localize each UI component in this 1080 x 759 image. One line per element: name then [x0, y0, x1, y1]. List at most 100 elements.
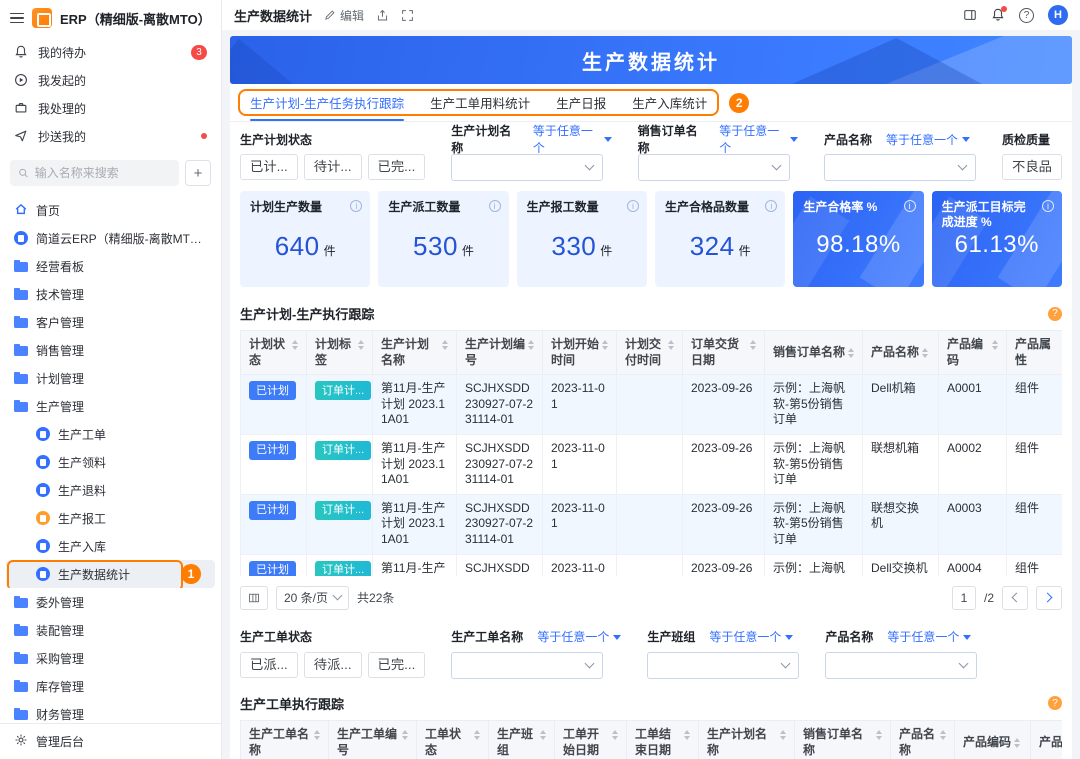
info-icon[interactable] — [350, 200, 362, 212]
status-filter-button[interactable]: 已计... — [240, 154, 298, 180]
status-filter-button[interactable]: 已完... — [368, 652, 426, 678]
tab-workorder-material-stats[interactable]: 生产工单用料统计 — [430, 84, 530, 121]
operator-dropdown[interactable]: 等于任意一个 — [533, 122, 612, 156]
panel-toggle-button[interactable] — [963, 8, 977, 22]
sidebar-item-assembly-mgmt[interactable]: 装配管理 — [6, 616, 215, 644]
production-team-select[interactable] — [647, 652, 799, 679]
column-header[interactable]: 订单交货日期 — [683, 331, 765, 375]
add-app-button[interactable]: + — [185, 160, 211, 186]
column-header[interactable]: 计划状态 — [241, 331, 307, 375]
sidebar-item-inventory-mgmt[interactable]: 库存管理 — [6, 672, 215, 700]
table-row[interactable]: 已计划 订单计... 第11月-生产计划 2023.11A01 SCJHXSDD… — [241, 554, 1063, 576]
sidebar-item-erp-app[interactable]: 简道云ERP（精细版-离散MTO）「... — [6, 224, 215, 252]
column-header[interactable]: 生产计划名称 — [699, 720, 795, 759]
status-filter-button[interactable]: 待计... — [304, 154, 362, 180]
user-avatar[interactable]: H — [1048, 5, 1068, 25]
notifications-button[interactable] — [991, 8, 1005, 22]
quality-filter-button[interactable]: 不良品 — [1002, 154, 1062, 180]
sidebar-item-business-board[interactable]: 经营看板 — [6, 252, 215, 280]
sales-order-select[interactable] — [638, 154, 790, 181]
sidebar-item-label: 计划管理 — [36, 370, 84, 387]
sidebar-item-production-inbound[interactable]: 生产入库 — [6, 532, 215, 560]
fullscreen-button[interactable] — [401, 9, 414, 22]
tab-plan-task-tracking[interactable]: 生产计划-生产任务执行跟踪 — [250, 84, 404, 121]
sidebar-item-production-return[interactable]: 生产退料 — [6, 476, 215, 504]
operator-dropdown[interactable]: 等于任意一个 — [537, 628, 621, 645]
sidebar-item-finance-mgmt[interactable]: 财务管理 — [6, 700, 215, 723]
column-header[interactable]: 工单开始日期 — [555, 720, 627, 759]
sidebar-item-customer-mgmt[interactable]: 客户管理 — [6, 308, 215, 336]
status-filter-button[interactable]: 已派... — [240, 652, 298, 678]
edit-button[interactable]: 编辑 — [324, 7, 364, 24]
sidebar-item-my-initiated[interactable]: 我发起的 — [6, 66, 215, 94]
table-row[interactable]: 已计划 订单计... 第11月-生产计划 2023.11A01 SCJHXSDD… — [241, 375, 1063, 435]
sidebar-item-production-statistics[interactable]: 生产数据统计 1 — [6, 560, 215, 588]
search-box[interactable] — [10, 160, 179, 186]
operator-dropdown[interactable]: 等于任意一个 — [719, 122, 798, 156]
product-name-select[interactable] — [824, 154, 976, 181]
table-row[interactable]: 已计划 订单计... 第11月-生产计划 2023.11A01 SCJHXSDD… — [241, 494, 1063, 554]
status-filter-button[interactable]: 已完... — [368, 154, 426, 180]
column-header[interactable]: 计划标签 — [307, 331, 373, 375]
column-settings-button[interactable] — [240, 586, 268, 610]
column-header[interactable]: 工单状态 — [417, 720, 489, 759]
next-page-button[interactable] — [1036, 586, 1062, 610]
column-header[interactable]: 生产计划编号 — [457, 331, 543, 375]
column-header[interactable]: 产品编码 — [955, 720, 1031, 759]
column-header[interactable]: 生产工单编号 — [329, 720, 417, 759]
operator-dropdown[interactable]: 等于任意一个 — [709, 628, 793, 645]
search-input[interactable] — [35, 166, 171, 180]
current-page-input[interactable]: 1 — [952, 586, 976, 610]
sidebar-item-my-todo[interactable]: 我的待办 3 — [6, 38, 215, 66]
sidebar-item-purchase-mgmt[interactable]: 采购管理 — [6, 644, 215, 672]
info-icon[interactable] — [627, 200, 639, 212]
column-header[interactable]: 产品名称 — [863, 331, 939, 375]
column-header[interactable]: 销售订单名称 — [765, 331, 863, 375]
product-name-select-2[interactable] — [825, 652, 977, 679]
info-icon[interactable] — [489, 200, 501, 212]
sidebar-item-sales-mgmt[interactable]: 销售管理 — [6, 336, 215, 364]
help-icon[interactable] — [1048, 307, 1062, 321]
admin-console-link[interactable]: 管理后台 — [0, 723, 221, 759]
column-header[interactable]: 产品属性 — [1031, 720, 1063, 759]
info-icon[interactable] — [1042, 200, 1054, 212]
sidebar-item-my-handled[interactable]: 我处理的 — [6, 94, 215, 122]
table-row[interactable]: 已计划 订单计... 第11月-生产计划 2023.11A01 SCJHXSDD… — [241, 434, 1063, 494]
sidebar-item-label: 经营看板 — [36, 258, 84, 275]
help-icon[interactable] — [1048, 696, 1062, 710]
sidebar-item-tech-mgmt[interactable]: 技术管理 — [6, 280, 215, 308]
sidebar-item-production-report[interactable]: 生产报工 — [6, 504, 215, 532]
sidebar-item-outsourcing-mgmt[interactable]: 委外管理 — [6, 588, 215, 616]
info-icon[interactable] — [765, 200, 777, 212]
sort-icon — [612, 730, 618, 740]
column-header[interactable]: 计划交付时间 — [617, 331, 683, 375]
column-header[interactable]: 生产班组 — [489, 720, 555, 759]
help-button[interactable] — [1019, 8, 1034, 23]
column-header[interactable]: 生产工单名称 — [241, 720, 329, 759]
tab-production-daily[interactable]: 生产日报 — [556, 84, 606, 121]
column-header[interactable]: 计划开始时间 — [543, 331, 617, 375]
prev-page-button[interactable] — [1002, 586, 1028, 610]
info-icon[interactable] — [904, 200, 916, 212]
tab-inbound-stats[interactable]: 生产入库统计 — [632, 84, 707, 121]
status-filter-button[interactable]: 待派... — [304, 652, 362, 678]
plan-name-select[interactable] — [451, 154, 603, 181]
sidebar-item-production-mgmt[interactable]: 生产管理 — [6, 392, 215, 420]
workorder-name-select[interactable] — [451, 652, 603, 679]
sidebar-item-cc-to-me[interactable]: 抄送我的 — [6, 122, 215, 150]
sidebar-item-home[interactable]: 首页 — [6, 196, 215, 224]
share-button[interactable] — [376, 9, 389, 22]
column-header[interactable]: 销售订单名称 — [795, 720, 891, 759]
column-header[interactable]: 产品名称 — [891, 720, 955, 759]
column-header[interactable]: 工单结束日期 — [627, 720, 699, 759]
page-size-select[interactable]: 20 条/页 — [276, 586, 349, 610]
operator-dropdown[interactable]: 等于任意一个 — [887, 628, 971, 645]
column-header[interactable]: 产品属性 — [1007, 331, 1063, 375]
sidebar-item-production-workorder[interactable]: 生产工单 — [6, 420, 215, 448]
column-header[interactable]: 生产计划名称 — [373, 331, 457, 375]
column-header[interactable]: 产品编码 — [939, 331, 1007, 375]
operator-dropdown[interactable]: 等于任意一个 — [886, 131, 970, 148]
sidebar-item-production-picking[interactable]: 生产领料 — [6, 448, 215, 476]
menu-toggle-icon[interactable] — [10, 13, 24, 24]
sidebar-item-plan-mgmt[interactable]: 计划管理 — [6, 364, 215, 392]
